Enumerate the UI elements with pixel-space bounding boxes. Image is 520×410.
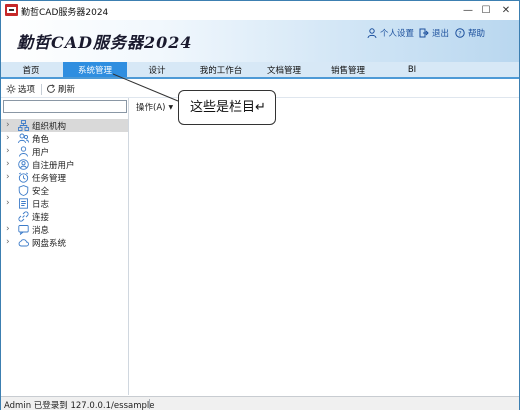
personal-settings-label: 个人设置: [380, 29, 415, 39]
expand-arrow-icon[interactable]: ›: [6, 120, 10, 130]
svg-text:?: ?: [458, 30, 461, 38]
help-link[interactable]: ? 帮助: [455, 27, 485, 39]
content-pane: 操作(A) ▼: [131, 98, 519, 395]
tree-item-roles[interactable]: › 角色: [1, 132, 128, 145]
tree-item-label: 组织机构: [32, 122, 67, 132]
roles-icon: [18, 133, 29, 144]
tree-item-tasks[interactable]: › 任务管理: [1, 171, 128, 184]
tree-item-connection[interactable]: 连接: [1, 210, 128, 223]
window-title: 勤哲CAD服务器2024: [21, 8, 109, 18]
user-icon: [19, 146, 28, 157]
tree-item-messages[interactable]: › 消息: [1, 223, 128, 236]
header-banner: 勤哲CAD服务器2024 个人设置 退出 ? 帮助: [1, 20, 519, 62]
app-logo-icon: [5, 4, 18, 16]
logout-label: 退出: [432, 29, 450, 39]
tree-item-label: 自注册用户: [32, 161, 75, 171]
tree-item-label: 角色: [32, 135, 50, 145]
dropdown-arrow-icon: ▼: [168, 103, 174, 111]
expand-arrow-icon[interactable]: ›: [6, 237, 10, 247]
app-window: 勤哲CAD服务器2024 — ☐ ✕ 勤哲CAD服务器2024 个人设置 退出 …: [0, 0, 520, 410]
logout-link[interactable]: 退出: [419, 27, 449, 39]
tree-item-log[interactable]: › 日志: [1, 197, 128, 210]
tab-bi[interactable]: BI: [397, 62, 427, 77]
task-icon: [18, 172, 29, 183]
log-icon: [19, 198, 28, 209]
title-bar: 勤哲CAD服务器2024 — ☐ ✕: [1, 1, 519, 20]
tree-item-org[interactable]: › 组织机构: [1, 119, 128, 132]
tab-sales-management[interactable]: 销售管理: [323, 62, 373, 77]
expand-arrow-icon[interactable]: ›: [6, 172, 10, 182]
personal-settings-link[interactable]: 个人设置: [367, 27, 414, 39]
expand-arrow-icon[interactable]: ›: [6, 198, 10, 208]
user-settings-icon: [367, 28, 377, 38]
tree-item-label: 消息: [32, 226, 50, 236]
expand-arrow-icon[interactable]: ›: [6, 224, 10, 234]
tab-document-management[interactable]: 文档管理: [259, 62, 309, 77]
org-icon: [18, 120, 29, 131]
options-label: 选项: [18, 85, 36, 95]
toolbar-divider: [41, 84, 42, 95]
minimize-button[interactable]: —: [461, 3, 475, 17]
self-register-icon: [18, 159, 29, 170]
logout-icon: [419, 28, 429, 38]
expand-arrow-icon[interactable]: ›: [6, 133, 10, 143]
link-icon: [18, 211, 29, 222]
shield-icon: [18, 185, 29, 196]
tree-item-label: 网盘系统: [32, 239, 67, 249]
login-status: Admin 已登录到 127.0.0.1/essample: [4, 401, 155, 410]
expand-arrow-icon[interactable]: ›: [6, 146, 10, 156]
refresh-button[interactable]: 刷新: [46, 83, 75, 95]
callout-text: 这些是栏目↵: [190, 100, 266, 115]
status-bar: Admin 已登录到 127.0.0.1/essample: [1, 396, 519, 410]
tree-item-label: 连接: [32, 213, 50, 223]
tab-home[interactable]: 首页: [9, 62, 53, 77]
tree-item-security[interactable]: 安全: [1, 184, 128, 197]
tree-item-label: 用户: [32, 148, 50, 158]
tree-item-label: 日志: [32, 200, 50, 210]
annotation-callout: 这些是栏目↵: [178, 90, 276, 125]
help-label: 帮助: [468, 29, 486, 39]
close-button[interactable]: ✕: [499, 3, 513, 17]
maximize-button[interactable]: ☐: [479, 3, 493, 17]
refresh-icon: [47, 84, 55, 93]
tree-item-users[interactable]: › 用户: [1, 145, 128, 158]
navigation-pane: › 组织机构 › 角色 › 用户 › 自注册用户 › 任务管理 安全 › 日志 …: [1, 98, 129, 395]
refresh-label: 刷新: [58, 85, 76, 95]
banner-title: 勤哲CAD服务器2024: [17, 33, 193, 52]
tree-item-self-register[interactable]: › 自注册用户: [1, 158, 128, 171]
main-tab-bar: 首页 系统管理 设计 我的工作台 文档管理 销售管理 BI: [1, 62, 519, 79]
help-icon: ?: [455, 28, 465, 38]
expand-arrow-icon[interactable]: ›: [6, 159, 10, 169]
tree-item-label: 任务管理: [32, 174, 67, 184]
status-divider: [149, 399, 150, 409]
options-button[interactable]: 选项: [6, 83, 35, 95]
tree-item-label: 安全: [32, 187, 50, 197]
cloud-disk-icon: [18, 239, 29, 247]
tree-item-cloud-disk[interactable]: › 网盘系统: [1, 236, 128, 249]
message-icon: [18, 225, 29, 235]
search-input[interactable]: [3, 100, 127, 113]
gear-icon: [6, 84, 16, 94]
